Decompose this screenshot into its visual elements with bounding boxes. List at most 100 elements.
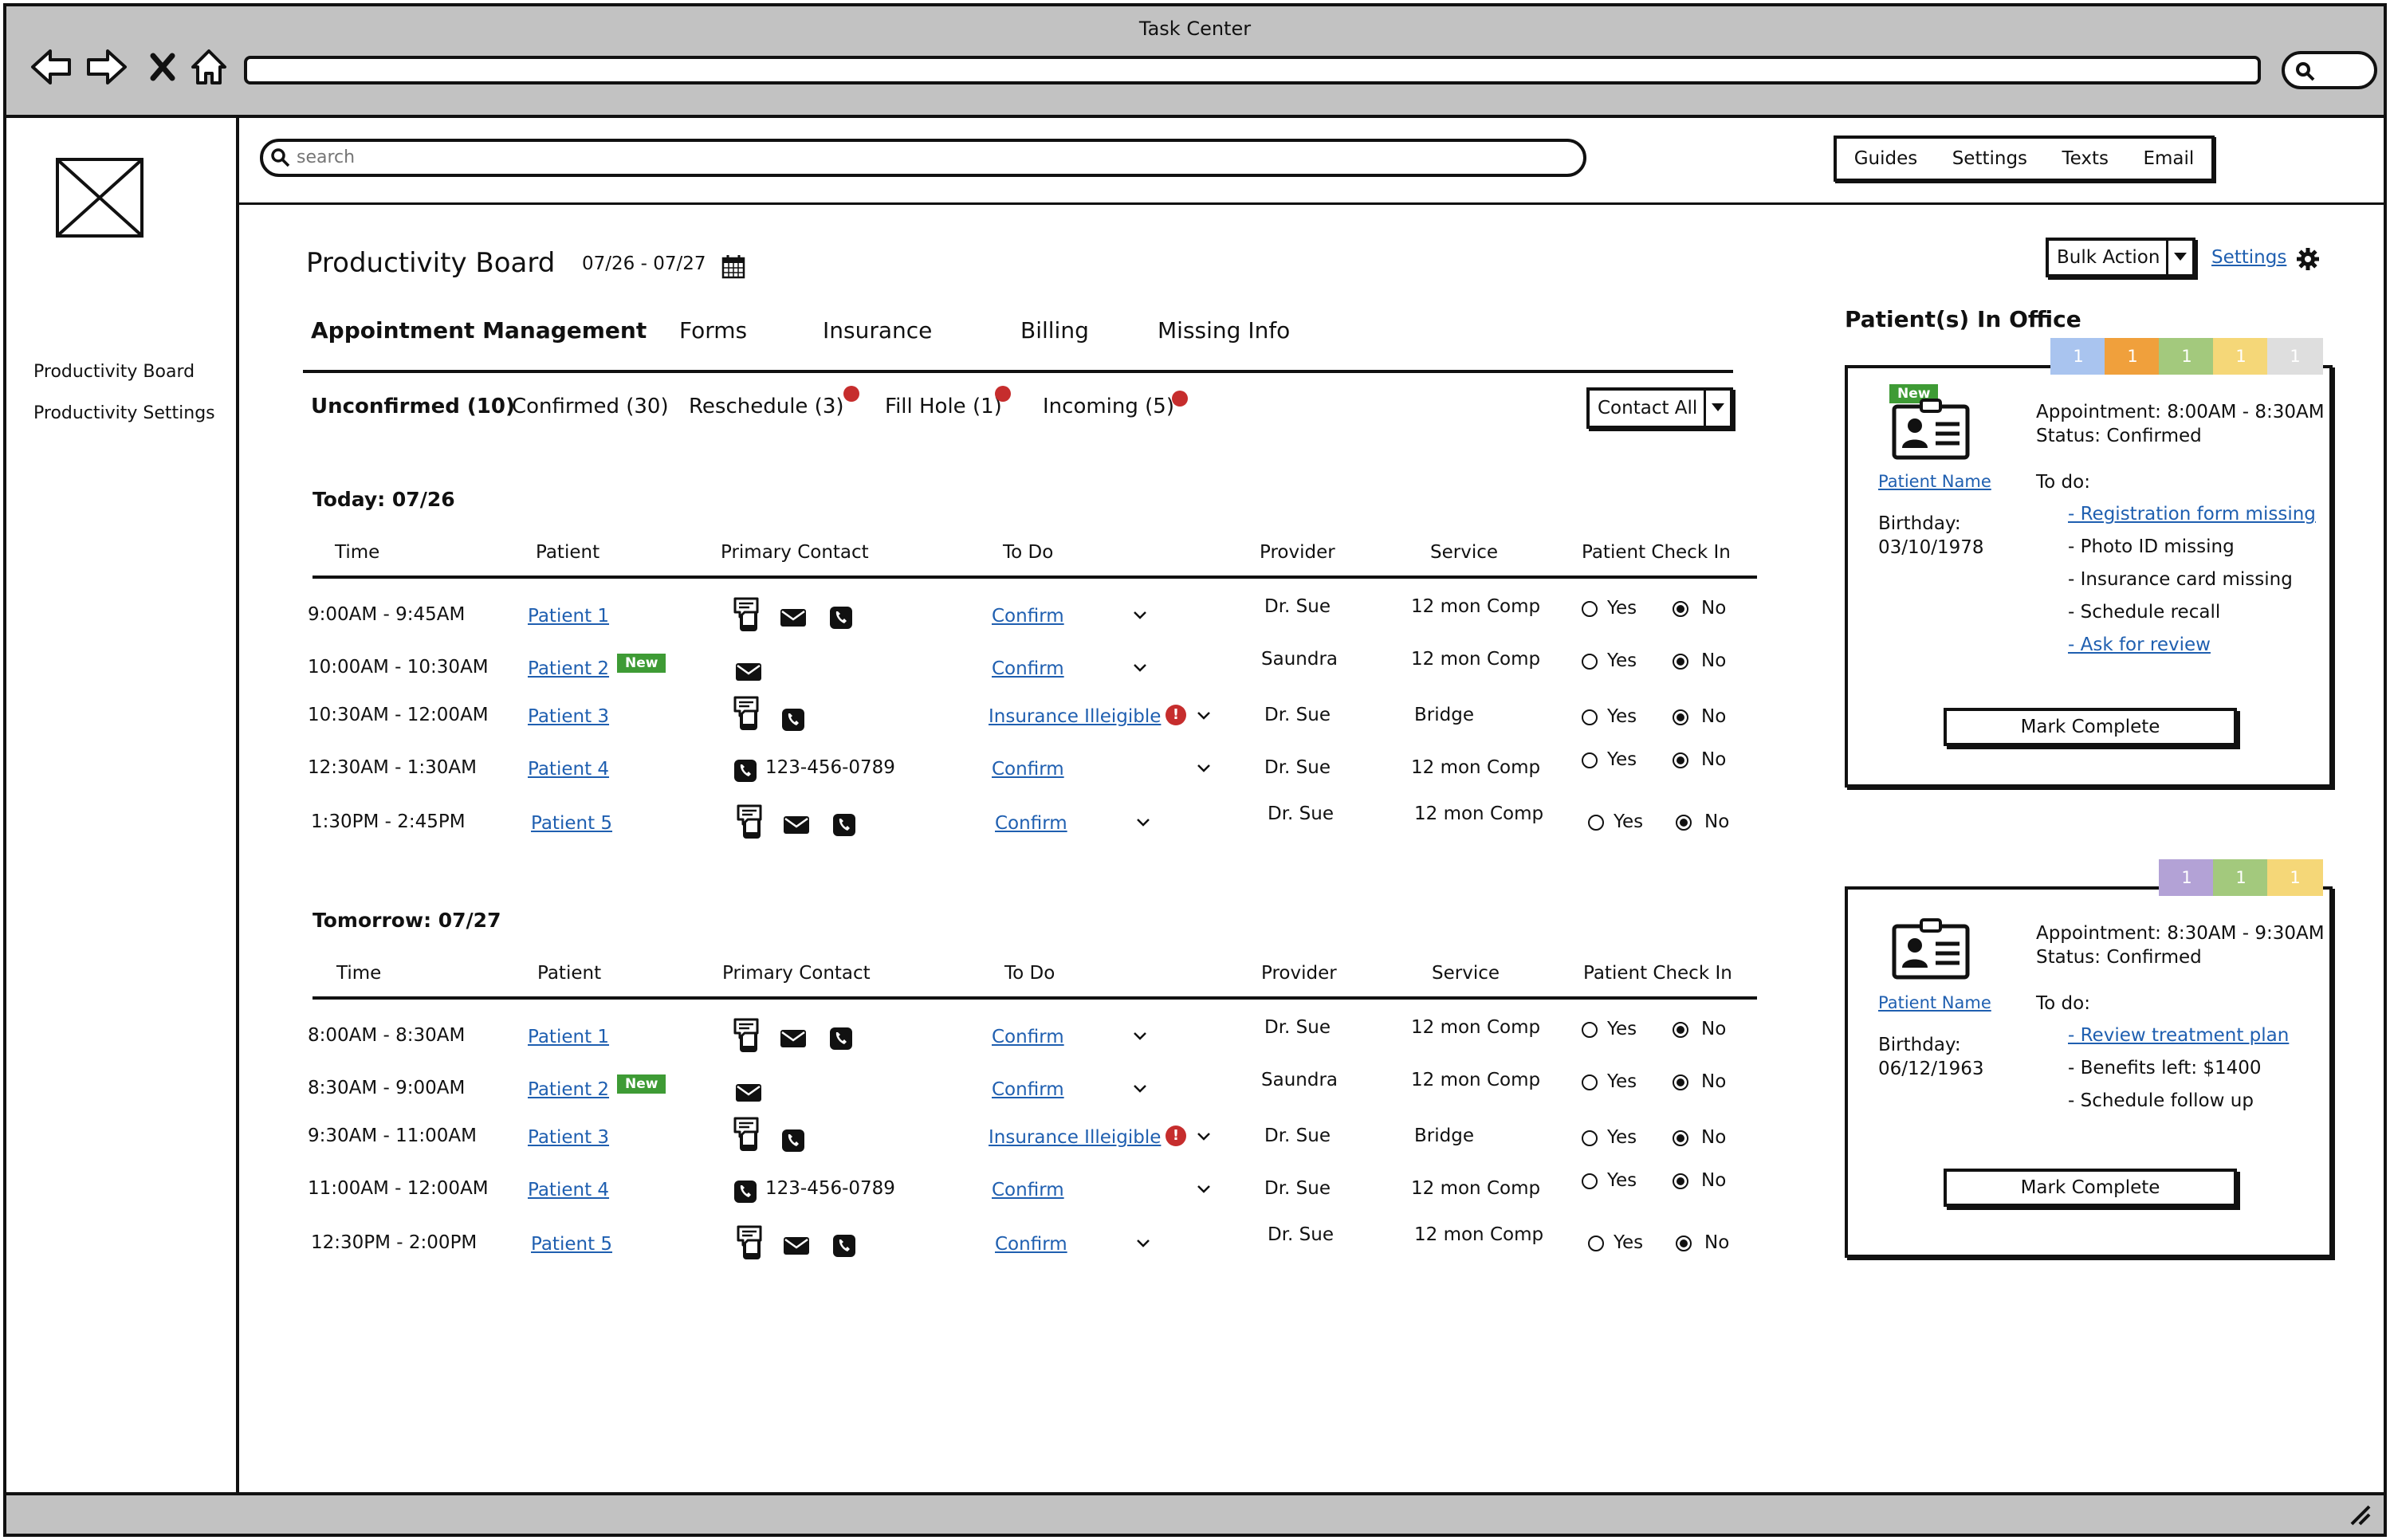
- home-icon[interactable]: [185, 43, 233, 91]
- subtab-reschedule[interactable]: Reschedule (3): [689, 395, 844, 418]
- phone-icon[interactable]: [832, 1234, 856, 1261]
- todo-link[interactable]: Confirm: [992, 1180, 1064, 1200]
- todo-link[interactable]: Confirm: [992, 606, 1064, 627]
- count-chip[interactable]: 1: [2159, 338, 2215, 375]
- todo-link[interactable]: Confirm: [992, 1027, 1064, 1047]
- settings-link[interactable]: Settings: [2211, 247, 2286, 268]
- check-in-yes-radio[interactable]: [1582, 1022, 1598, 1038]
- check-in-no-radio[interactable]: [1673, 709, 1688, 725]
- check-in-no-radio[interactable]: [1673, 752, 1688, 768]
- sidebar-item-productivity-board[interactable]: Productivity Board: [33, 362, 195, 382]
- subtab-incoming[interactable]: Incoming (5): [1043, 395, 1174, 418]
- todo-link[interactable]: Confirm: [992, 658, 1064, 679]
- chevron-down-icon[interactable]: [1196, 1130, 1212, 1145]
- email-icon[interactable]: [735, 662, 762, 686]
- menu-item-guides[interactable]: Guides: [1854, 148, 1918, 169]
- menu-item-settings[interactable]: Settings: [1952, 148, 2027, 169]
- patient-link[interactable]: Patient 1: [528, 1027, 609, 1047]
- check-in-yes-radio[interactable]: [1582, 709, 1598, 725]
- chevron-down-icon[interactable]: [1196, 762, 1212, 777]
- email-icon[interactable]: [780, 607, 807, 631]
- text-message-icon[interactable]: [737, 1224, 768, 1264]
- check-in-yes-radio[interactable]: [1582, 1130, 1598, 1146]
- search-bar[interactable]: [260, 139, 1586, 177]
- todo-item[interactable]: - Ask for review: [2068, 634, 2211, 655]
- check-in-no-radio[interactable]: [1673, 1022, 1688, 1038]
- back-arrow-icon[interactable]: [27, 43, 75, 91]
- text-message-icon[interactable]: [733, 596, 765, 636]
- resize-grip-icon[interactable]: [2349, 1503, 2372, 1527]
- check-in-no-radio[interactable]: [1676, 815, 1692, 831]
- chevron-down-icon[interactable]: [1196, 709, 1212, 725]
- tab-billing[interactable]: Billing: [1020, 317, 1089, 344]
- check-in-no-radio[interactable]: [1673, 1074, 1688, 1090]
- patient-link[interactable]: Patient 5: [531, 813, 612, 834]
- text-message-icon[interactable]: [733, 695, 765, 735]
- phone-icon[interactable]: [733, 759, 757, 786]
- chevron-down-icon[interactable]: [1132, 1030, 1148, 1045]
- patient-name-link[interactable]: Patient Name: [1878, 472, 1991, 491]
- patient-link[interactable]: Patient 2: [528, 1079, 609, 1100]
- mark-complete-button[interactable]: Mark Complete: [1944, 708, 2237, 746]
- chevron-down-icon[interactable]: [1132, 662, 1148, 677]
- email-icon[interactable]: [783, 815, 810, 839]
- email-icon[interactable]: [783, 1236, 810, 1259]
- search-input[interactable]: [295, 147, 1494, 168]
- patient-link[interactable]: Patient 2: [528, 658, 609, 679]
- count-chip[interactable]: 1: [2105, 338, 2160, 375]
- count-chip[interactable]: 1: [2267, 859, 2323, 896]
- phone-icon[interactable]: [781, 1129, 805, 1156]
- check-in-no-radio[interactable]: [1673, 1130, 1688, 1146]
- text-message-icon[interactable]: [733, 1116, 765, 1156]
- contact-all-dropdown[interactable]: Contact All: [1586, 387, 1733, 429]
- tab-missing-info[interactable]: Missing Info: [1158, 317, 1290, 344]
- check-in-yes-radio[interactable]: [1582, 752, 1598, 768]
- email-icon[interactable]: [780, 1028, 807, 1052]
- menu-item-email[interactable]: Email: [2143, 148, 2194, 169]
- url-bar[interactable]: [244, 56, 2261, 84]
- chevron-down-icon[interactable]: [1132, 1082, 1148, 1098]
- text-message-icon[interactable]: [733, 1017, 765, 1057]
- patient-link[interactable]: Patient 4: [528, 759, 609, 780]
- todo-link[interactable]: Insurance Illeigible: [989, 1127, 1161, 1148]
- check-in-yes-radio[interactable]: [1588, 815, 1604, 831]
- count-chip[interactable]: 1: [2159, 859, 2215, 896]
- chevron-down-icon[interactable]: [1135, 816, 1151, 831]
- subtab-confirmed[interactable]: Confirmed (30): [512, 395, 669, 418]
- gear-icon[interactable]: [2296, 247, 2320, 271]
- phone-icon[interactable]: [733, 1180, 757, 1207]
- check-in-yes-radio[interactable]: [1588, 1236, 1604, 1251]
- phone-icon[interactable]: [781, 708, 805, 735]
- todo-link[interactable]: Confirm: [992, 759, 1064, 780]
- chevron-down-icon[interactable]: [1135, 1237, 1151, 1252]
- count-chip[interactable]: 1: [2050, 338, 2106, 375]
- count-chip[interactable]: 1: [2213, 338, 2269, 375]
- browser-search-field[interactable]: [2282, 51, 2377, 89]
- patient-link[interactable]: Patient 3: [528, 706, 609, 727]
- tab-insurance[interactable]: Insurance: [823, 317, 932, 344]
- tab-appointment-management[interactable]: Appointment Management: [311, 317, 647, 344]
- phone-icon[interactable]: [832, 813, 856, 840]
- todo-item[interactable]: - Review treatment plan: [2068, 1025, 2289, 1046]
- sidebar-item-productivity-settings[interactable]: Productivity Settings: [33, 403, 215, 423]
- chevron-down-icon[interactable]: [1196, 1183, 1212, 1198]
- todo-item[interactable]: - Registration form missing: [2068, 504, 2316, 524]
- check-in-yes-radio[interactable]: [1582, 1074, 1598, 1090]
- patient-link[interactable]: Patient 4: [528, 1180, 609, 1200]
- tab-forms[interactable]: Forms: [679, 317, 747, 344]
- check-in-yes-radio[interactable]: [1582, 654, 1598, 670]
- text-message-icon[interactable]: [737, 803, 768, 843]
- phone-icon[interactable]: [829, 1027, 853, 1054]
- check-in-yes-radio[interactable]: [1582, 601, 1598, 617]
- todo-link[interactable]: Confirm: [992, 1079, 1064, 1100]
- subtab-unconfirmed[interactable]: Unconfirmed (10): [311, 395, 515, 418]
- calendar-icon[interactable]: [721, 253, 746, 279]
- subtab-fill-hole[interactable]: Fill Hole (1): [885, 395, 1002, 418]
- phone-icon[interactable]: [829, 606, 853, 633]
- patient-link[interactable]: Patient 3: [528, 1127, 609, 1148]
- count-chip[interactable]: 1: [2213, 859, 2269, 896]
- check-in-no-radio[interactable]: [1673, 654, 1688, 670]
- email-icon[interactable]: [735, 1082, 762, 1106]
- bulk-action-dropdown[interactable]: Bulk Action: [2046, 238, 2195, 277]
- count-chip[interactable]: 1: [2267, 338, 2323, 375]
